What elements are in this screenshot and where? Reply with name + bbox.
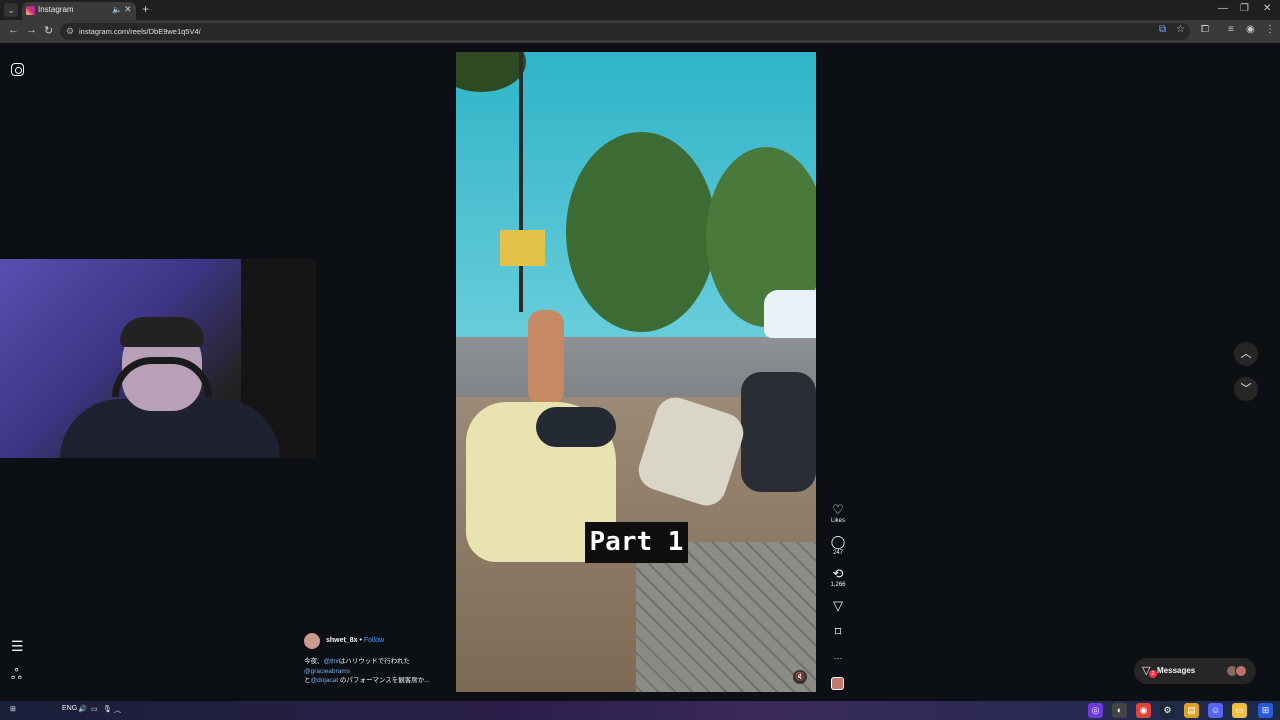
caption-text-part: 今夜、	[304, 658, 324, 665]
video-pavement	[636, 542, 816, 692]
video-overlay-text: Part 1	[585, 522, 688, 563]
minimize-button[interactable]: —	[1218, 3, 1228, 14]
heart-icon: ♡	[832, 502, 844, 517]
window-close-button[interactable]: ✕	[1263, 3, 1271, 14]
app-icon[interactable]: ◐	[1112, 703, 1127, 718]
unread-badge: 2	[1149, 670, 1157, 678]
app-icon[interactable]: ▤	[1184, 703, 1199, 718]
save-icon: ⌑	[834, 624, 842, 639]
comment-count: 247	[832, 550, 843, 556]
restore-button[interactable]: ❐	[1240, 3, 1249, 14]
browser-toolbar: ← → ↻ ⚙ instagram.com/reels/DbE9we1q5V4/…	[0, 20, 1280, 43]
audio-thumbnail[interactable]	[831, 677, 844, 690]
site-info-icon[interactable]: ⚙	[66, 26, 74, 37]
app-icon[interactable]: ◎	[1088, 703, 1103, 718]
mention-link[interactable]: @dojacat	[311, 677, 339, 684]
video-pole	[519, 52, 523, 312]
address-url[interactable]: instagram.com/reels/DbE9we1q5V4/	[79, 27, 201, 36]
back-icon[interactable]: ←	[8, 24, 19, 36]
follow-button[interactable]: Follow	[364, 637, 384, 644]
extensions-icon[interactable]: ⧠	[1201, 24, 1209, 35]
file-explorer-icon[interactable]: ▭	[1232, 703, 1247, 718]
like-button[interactable]: ♡ Likes	[826, 502, 850, 525]
more-options-button[interactable]: ···	[826, 651, 850, 665]
share-icon: ▽	[833, 598, 843, 613]
start-icon[interactable]: ⊞	[10, 705, 16, 713]
message-avatars	[1226, 665, 1248, 677]
media-control-icon[interactable]: ≡	[1228, 24, 1234, 35]
new-tab-button[interactable]: +	[142, 2, 149, 16]
profile-icon[interactable]: ◉	[1246, 24, 1255, 35]
messages-label: Messages	[1157, 666, 1196, 675]
bookmark-star-icon[interactable]: ☆	[1176, 24, 1185, 35]
forward-icon[interactable]: →	[26, 24, 37, 36]
tab-search-button[interactable]: ⌄	[4, 3, 18, 17]
like-count: Likes	[830, 518, 845, 524]
discord-icon[interactable]: ☺	[1208, 703, 1223, 718]
tab-instagram[interactable]: Instagram 🔈 ✕	[22, 2, 136, 20]
username-link[interactable]: shwet_8x	[326, 637, 358, 644]
reload-icon[interactable]: ↻	[44, 24, 53, 37]
chevron-down-icon: ﹀	[1240, 383, 1252, 395]
mention-link[interactable]: @thv	[324, 658, 339, 665]
repost-icon: ⟲	[832, 566, 844, 581]
more-menu-icon[interactable]: ☰	[11, 638, 24, 655]
chevron-up-icon: ︿	[1240, 348, 1252, 360]
video-motorbike	[741, 372, 816, 492]
next-reel-button[interactable]: ﹀	[1234, 377, 1258, 401]
video-scooter-seat	[536, 407, 616, 447]
video-car	[764, 290, 816, 338]
tab-audio-icon[interactable]: 🔈	[112, 5, 122, 14]
previous-reel-button[interactable]: ︿	[1234, 342, 1258, 366]
avatar[interactable]	[304, 633, 320, 649]
caption-text-part: はハリウッドで行われた	[338, 658, 410, 665]
video-tree	[566, 132, 716, 332]
comment-button[interactable]: ◯ 247	[826, 534, 850, 557]
repost-count: 1,266	[830, 582, 846, 588]
translate-icon[interactable]: ⧉	[1159, 24, 1166, 35]
steam-icon[interactable]: ⚙	[1160, 703, 1175, 718]
instagram-favicon-icon	[26, 6, 35, 15]
caption-text: 今夜、@thvはハリウッドで行われた @gracieabrams と@dojac…	[304, 657, 454, 686]
messages-button[interactable]: ▽ 2 Messages	[1134, 658, 1256, 684]
reel-video[interactable]: Part 1 🔇	[456, 52, 816, 692]
volume-icon[interactable]: 🔊	[78, 705, 87, 713]
avatar	[1235, 665, 1247, 677]
windows-icon[interactable]: ⊞	[1258, 703, 1273, 718]
share-button[interactable]: ▽	[826, 599, 850, 613]
browser-tab-strip: ⌄ Instagram 🔈 ✕ + — ❐ ✕	[0, 0, 1280, 20]
webcam-overlay	[0, 259, 316, 458]
menu-kebab-icon[interactable]: ⋮	[1265, 24, 1275, 35]
mention-link[interactable]: @gracieabrams	[304, 668, 350, 675]
network-icon[interactable]: ▭	[91, 705, 98, 713]
chrome-icon[interactable]: ◉	[1136, 703, 1151, 718]
tray-expand-icon[interactable]: ︿	[114, 705, 121, 715]
save-button[interactable]: ⌑	[826, 625, 850, 639]
webcam-person-hair	[120, 317, 204, 347]
threads-icon[interactable]: ஃ	[11, 666, 22, 685]
video-person	[528, 310, 564, 405]
caption-text-part: のパフォーマンスを観客席か...	[338, 677, 430, 684]
more-icon: ···	[833, 653, 843, 663]
tab-close-button[interactable]: ✕	[124, 4, 132, 15]
mute-icon[interactable]: 🔇	[793, 670, 807, 684]
instagram-logo-icon[interactable]	[11, 63, 24, 76]
address-bar[interactable]: ⚙ instagram.com/reels/DbE9we1q5V4/	[60, 23, 1190, 40]
comment-icon: ◯	[830, 534, 846, 549]
microphone-icon[interactable]: 🎙	[103, 705, 112, 713]
repost-button[interactable]: ⟲ 1,266	[826, 566, 850, 589]
video-sign	[500, 230, 545, 266]
caption-header: shwet_8x • Follow	[326, 637, 384, 644]
tab-title: Instagram	[38, 5, 74, 14]
language-indicator[interactable]: ENG	[62, 705, 77, 712]
os-taskbar: ⊞ ENG 🔊 ▭ 🎙 ︿ ◎ ◐ ◉ ⚙ ▤ ☺ ▭ ⊞	[0, 701, 1280, 720]
